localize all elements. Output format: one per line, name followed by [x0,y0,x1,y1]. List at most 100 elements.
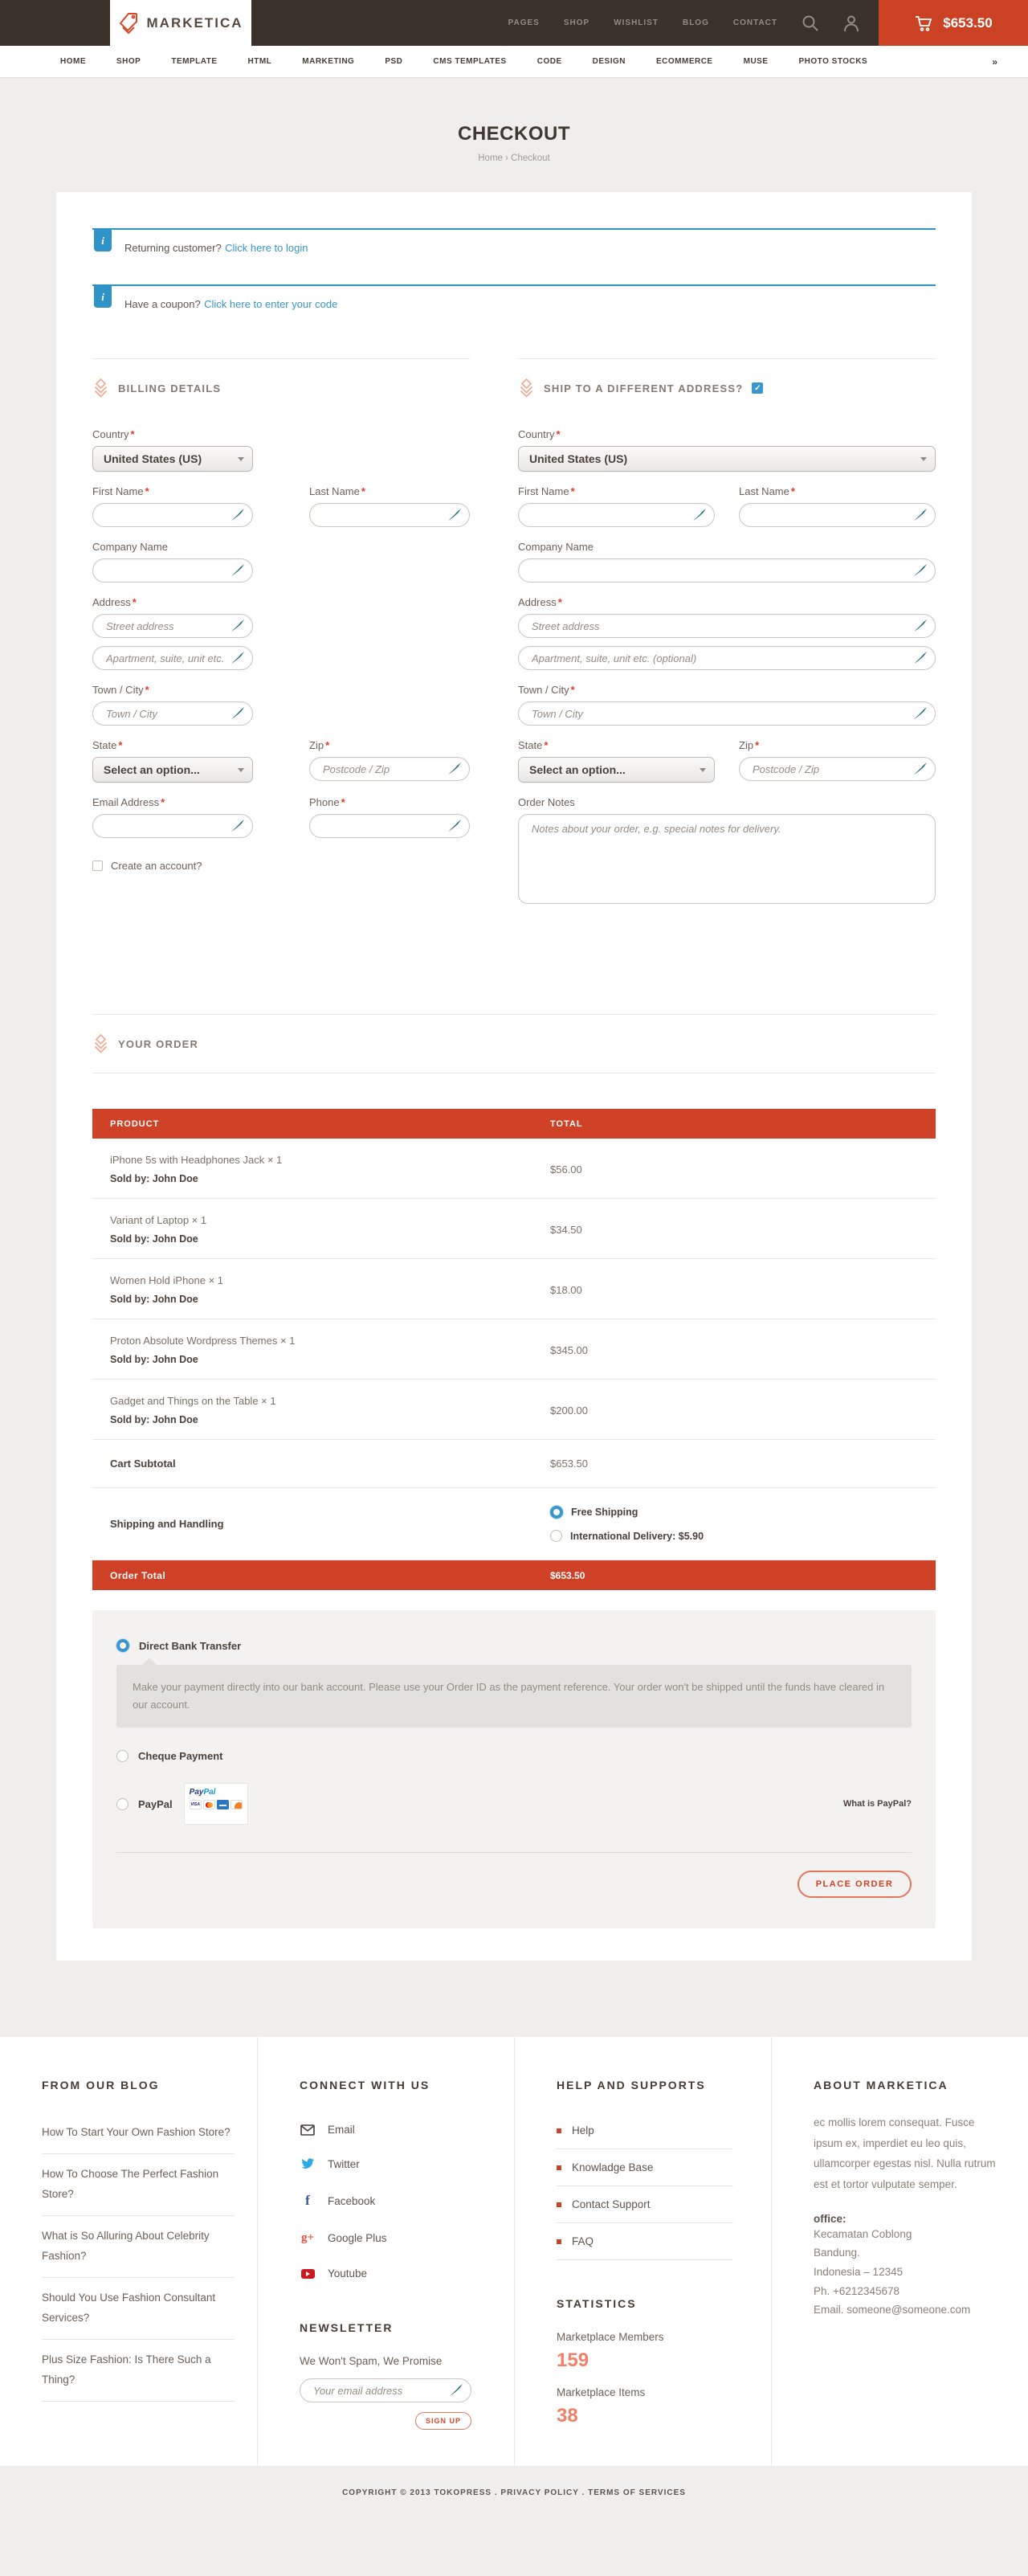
radio-icon[interactable] [116,1798,128,1810]
subnav-template[interactable]: TEMPLATE [171,57,217,66]
blog-link[interactable]: How To Choose The Perfect Fashion Store? [42,2154,235,2216]
social-link-youtube[interactable]: Youtube [300,2256,492,2291]
subnav-psd[interactable]: PSD [385,57,402,66]
paypal-cards-image: PayPal VISA [184,1783,248,1825]
nav-item-wishlist[interactable]: WISHLIST [614,18,659,27]
order-table-header: PRODUCT TOTAL [92,1109,936,1139]
create-account-row: Create an account? [92,860,470,872]
shipping-last-name-input[interactable] [753,509,911,521]
order-total-value: $653.50 [550,1570,585,1581]
billing-town-field: Town / City* [92,684,253,726]
product-name: Proton Absolute Wordpress Themes × 1 [110,1335,550,1347]
subnav-marketing[interactable]: MARKETING [302,57,354,66]
shipping-company-input[interactable] [532,565,911,577]
billing-state-select[interactable]: Select an option... [92,757,253,783]
subnav-code[interactable]: CODE [537,57,562,66]
checkout-card: i Returning customer? Click here to logi… [56,192,972,1961]
subnav-muse[interactable]: MUSE [744,57,769,66]
cheque-payment-option[interactable]: Cheque Payment [116,1750,912,1762]
free-shipping-option[interactable]: Free Shipping [550,1506,704,1519]
shipping-row: Shipping and Handling Free Shipping Inte… [92,1488,936,1560]
order-row: Variant of Laptop × 1 Sold by: John Doe … [92,1199,936,1259]
billing-phone-input[interactable] [323,820,445,832]
radio-icon[interactable] [116,1750,128,1762]
search-icon[interactable] [802,14,819,32]
shipping-town-input[interactable] [532,708,911,720]
field-label: State* [92,739,253,751]
bank-transfer-description: Make your payment directly into our bank… [116,1665,912,1728]
billing-last-name-input[interactable] [323,509,445,521]
shipping-first-name-input[interactable] [532,509,690,521]
coupon-link[interactable]: Click here to enter your code [204,298,337,310]
login-link[interactable]: Click here to login [225,242,308,254]
cart-subtotal-row: Cart Subtotal $653.50 [92,1440,936,1488]
subnav-design[interactable]: DESIGN [593,57,626,66]
billing-first-name-input[interactable] [106,509,228,521]
ship-different-checkbox[interactable]: ✓ [752,382,763,394]
what-is-paypal-link[interactable]: What is PayPal? [843,1799,912,1809]
help-link[interactable]: Help [557,2112,733,2149]
product-seller: Sold by: John Doe [110,1233,550,1245]
subnav-ecommerce[interactable]: ECOMMERCE [656,57,713,66]
nav-item-shop[interactable]: SHOP [564,18,589,27]
nav-item-pages[interactable]: PAGES [508,18,540,27]
blog-link[interactable]: Should You Use Fashion Consultant Servic… [42,2278,235,2340]
email-icon [300,2124,316,2136]
newsletter-email-input[interactable] [313,2385,447,2397]
international-delivery-option[interactable]: International Delivery: $5.90 [550,1530,704,1542]
billing-country-select[interactable]: United States (US) [92,446,253,472]
social-link-facebook[interactable]: f Facebook [300,2181,492,2220]
help-link[interactable]: FAQ [557,2223,733,2260]
subnav-home[interactable]: HOME [60,57,86,66]
radio-selected-icon[interactable] [550,1506,563,1519]
order-total-label: Order Total [110,1570,550,1581]
place-order-button[interactable]: PLACE ORDER [798,1871,912,1898]
billing-email-input[interactable] [106,820,228,832]
create-account-checkbox[interactable] [92,861,103,871]
subnav-html[interactable]: HTML [248,57,272,66]
shipping-address2-input[interactable] [532,652,911,664]
blog-link[interactable]: How To Start Your Own Fashion Store? [42,2112,235,2154]
radio-icon[interactable] [550,1530,562,1542]
social-link-twitter[interactable]: Twitter [300,2147,492,2181]
about-address-line: Ph. +6212345678 [814,2282,1006,2301]
nav-item-contact[interactable]: CONTACT [733,18,777,27]
help-link[interactable]: Knowladge Base [557,2149,733,2186]
help-link[interactable]: Contact Support [557,2186,733,2223]
brand-logo[interactable]: MARKETICA [110,0,251,46]
stat-label: Marketplace Items [557,2386,749,2398]
bullet-icon [557,2202,561,2207]
subnav-more-icon[interactable]: » [992,56,997,67]
cart-button[interactable]: $653.50 [879,0,1028,46]
shipping-zip-input[interactable] [753,763,911,775]
paypal-label[interactable]: PayPal [138,1798,173,1810]
field-label: Last Name* [739,485,936,497]
nav-item-blog[interactable]: BLOG [683,18,709,27]
billing-zip-input[interactable] [323,763,445,775]
billing-company-input[interactable] [106,565,228,577]
user-account-icon[interactable] [843,14,859,32]
bank-transfer-option[interactable]: Direct Bank Transfer [116,1639,912,1652]
subnav-photo-stocks[interactable]: PHOTO STOCKS [799,57,868,66]
youtube-icon [300,2269,316,2279]
subnav-cms-templates[interactable]: CMS TEMPLATES [433,57,506,66]
social-link-google-plus[interactable]: g+ Google Plus [300,2220,492,2256]
radio-selected-icon[interactable] [116,1639,129,1652]
billing-address1-input[interactable] [106,620,228,632]
newsletter-signup-button[interactable]: SIGN UP [415,2412,471,2430]
billing-address2-input[interactable] [106,652,228,664]
product-total: $56.00 [550,1154,582,1184]
social-link-email[interactable]: Email [300,2112,492,2147]
shipping-address1-input[interactable] [532,620,911,632]
statistics-heading: STATISTICS [557,2297,749,2310]
order-notes-textarea[interactable] [532,823,922,895]
shipping-country-select[interactable]: United States (US) [518,446,936,472]
field-label: Country* [518,428,936,440]
billing-town-input[interactable] [106,708,228,720]
blog-link[interactable]: Plus Size Fashion: Is There Such a Thing… [42,2340,235,2402]
shipping-state-select[interactable]: Select an option... [518,757,715,783]
subnav-shop[interactable]: SHOP [116,57,141,66]
breadcrumb[interactable]: Home › Checkout [0,153,1028,163]
pen-icon [447,819,462,833]
blog-link[interactable]: What is So Alluring About Celebrity Fash… [42,2216,235,2278]
